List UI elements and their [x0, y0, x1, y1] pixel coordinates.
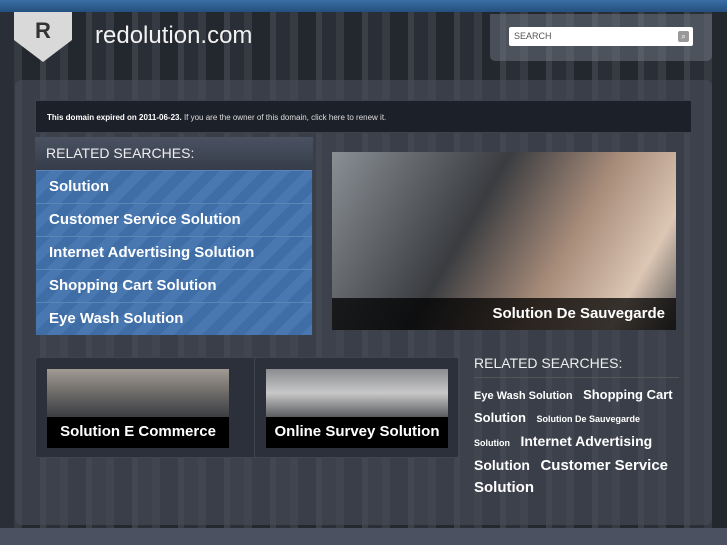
- related-item[interactable]: Eye Wash Solution: [36, 302, 312, 335]
- related-item[interactable]: Shopping Cart Solution: [36, 269, 312, 302]
- shield-logo-icon: R: [14, 12, 72, 62]
- svg-text:R: R: [35, 18, 51, 43]
- card-caption[interactable]: Solution E Commerce: [47, 417, 229, 448]
- hero-caption[interactable]: Solution De Sauvegarde: [332, 298, 676, 330]
- related-item[interactable]: Internet Advertising Solution: [36, 236, 312, 269]
- tag-link[interactable]: Eye Wash Solution: [474, 390, 573, 402]
- logo[interactable]: R: [14, 12, 72, 62]
- related-item[interactable]: Solution: [36, 170, 312, 203]
- search-icon[interactable]: ⌕: [678, 31, 689, 42]
- tag-link[interactable]: Solution De Sauvegarde: [536, 414, 640, 424]
- search-panel: SEARCH ⌕: [490, 14, 712, 61]
- card-image: [47, 369, 229, 417]
- expiry-notice[interactable]: This domain expired on 2011-06-23. If yo…: [35, 100, 692, 133]
- related-searches-tags: RELATED SEARCHES: Eye Wash Solution Shop…: [474, 355, 679, 499]
- card-ecommerce[interactable]: Solution E Commerce: [35, 357, 268, 458]
- main-panel: This domain expired on 2011-06-23. If yo…: [15, 80, 712, 525]
- related-searches-list: RELATED SEARCHES: Solution Customer Serv…: [35, 137, 313, 335]
- related-heading: RELATED SEARCHES:: [35, 137, 313, 170]
- tag-link[interactable]: Solution: [474, 438, 510, 448]
- footer-bar: [0, 528, 727, 545]
- related-item[interactable]: Customer Service Solution: [36, 203, 312, 236]
- top-bar: [0, 0, 727, 12]
- card-image: [266, 369, 448, 417]
- search-input[interactable]: SEARCH ⌕: [509, 27, 693, 46]
- hero-image[interactable]: Solution De Sauvegarde: [332, 152, 676, 330]
- related-heading-2: RELATED SEARCHES:: [474, 355, 679, 378]
- expiry-date-text: This domain expired on 2011-06-23.: [47, 113, 182, 122]
- renew-link[interactable]: If you are the owner of this domain, cli…: [182, 113, 386, 122]
- card-caption[interactable]: Online Survey Solution: [266, 417, 448, 448]
- site-title: redolution.com: [95, 22, 253, 49]
- search-placeholder: SEARCH: [514, 31, 552, 41]
- card-survey[interactable]: Online Survey Solution: [254, 357, 459, 458]
